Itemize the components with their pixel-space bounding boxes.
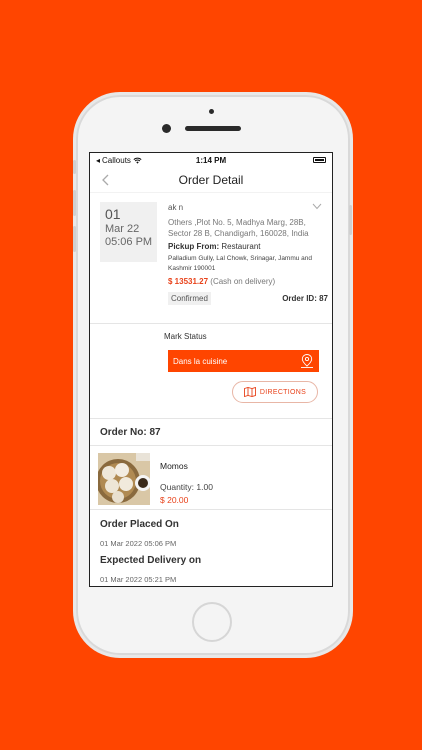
power-button	[349, 205, 352, 235]
back-to-app-icon[interactable]: ◂	[96, 156, 100, 165]
order-time: 05:06 PM	[105, 236, 153, 248]
order-card: 01 Mar 22 05:06 PM ak n Others ,Plot No.…	[90, 195, 332, 325]
map-icon	[243, 387, 256, 397]
app-screen: ◂ Callouts 1:14 PM Order Detail 01 Mar 2…	[89, 152, 333, 587]
momos-photo	[98, 453, 150, 505]
status-bar: ◂ Callouts 1:14 PM	[90, 153, 332, 167]
back-chevron-icon[interactable]	[98, 172, 114, 188]
proximity-sensor	[209, 109, 214, 114]
order-id: Order ID: 87	[282, 294, 328, 303]
item-name: Momos	[160, 461, 188, 471]
directions-label: DIRECTIONS	[259, 388, 307, 396]
order-day: 01	[105, 206, 121, 222]
restaurant-address: Palladium Gully, Lal Chowk, Srinagar, Ja…	[168, 255, 313, 272]
volume-down-button	[73, 226, 76, 252]
page-title: Order Detail	[178, 172, 244, 187]
front-camera	[162, 124, 171, 133]
order-month-year: Mar 22	[105, 223, 140, 235]
status-right	[256, 157, 326, 163]
wifi-icon	[133, 157, 142, 164]
item-price: $ 20.00	[160, 495, 189, 505]
divider	[90, 509, 332, 510]
home-button[interactable]	[192, 602, 232, 642]
payment-method: (Cash on delivery)	[210, 277, 276, 286]
order-date-box: 01 Mar 22 05:06 PM	[100, 202, 157, 262]
order-number: Order No: 87	[100, 427, 161, 438]
pickup-value: Restaurant	[221, 242, 261, 251]
pickup-label: Pickup From:	[168, 242, 220, 251]
order-placed-date: 01 Mar 2022 05:06 PM	[100, 539, 177, 548]
delivery-address: Others ,Plot No. 5, Madhya Marg, 28B, Se…	[168, 218, 309, 238]
status-dropdown[interactable]: Dans la cuisine	[168, 350, 319, 372]
status-left: ◂ Callouts	[96, 156, 166, 165]
carrier-label: Callouts	[102, 155, 131, 165]
status-row: Confirmed Order ID: 87	[168, 292, 328, 305]
earpiece-speaker	[185, 126, 241, 131]
price-row: $ 13531.27 (Cash on delivery)	[168, 277, 328, 286]
order-placed-heading: Order Placed On	[100, 519, 179, 530]
order-total: $ 13531.27	[168, 277, 209, 286]
battery-icon	[312, 157, 326, 163]
item-quantity: Quantity: 1.00	[160, 482, 213, 492]
clock: 1:14 PM	[195, 155, 227, 165]
location-pin-icon	[301, 354, 313, 368]
expected-delivery-date: 01 Mar 2022 05:21 PM	[100, 575, 177, 584]
status-badge: Confirmed	[168, 292, 211, 305]
mark-status-label: Mark Status	[164, 332, 207, 341]
directions-button[interactable]: DIRECTIONS	[232, 381, 318, 403]
volume-up-button	[73, 190, 76, 216]
status-dropdown-value: Dans la cuisine	[173, 356, 228, 366]
mute-switch	[73, 160, 76, 174]
expected-delivery-heading: Expected Delivery on	[100, 555, 202, 566]
divider	[90, 323, 332, 324]
item-image	[98, 453, 150, 505]
order-info: ak n Others ,Plot No. 5, Madhya Marg, 28…	[168, 203, 328, 305]
divider	[90, 445, 332, 446]
customer-name: ak n	[168, 203, 184, 212]
pickup-line: Pickup From: Restaurant	[168, 242, 328, 251]
divider	[90, 418, 332, 419]
nav-bar: Order Detail	[90, 167, 332, 193]
